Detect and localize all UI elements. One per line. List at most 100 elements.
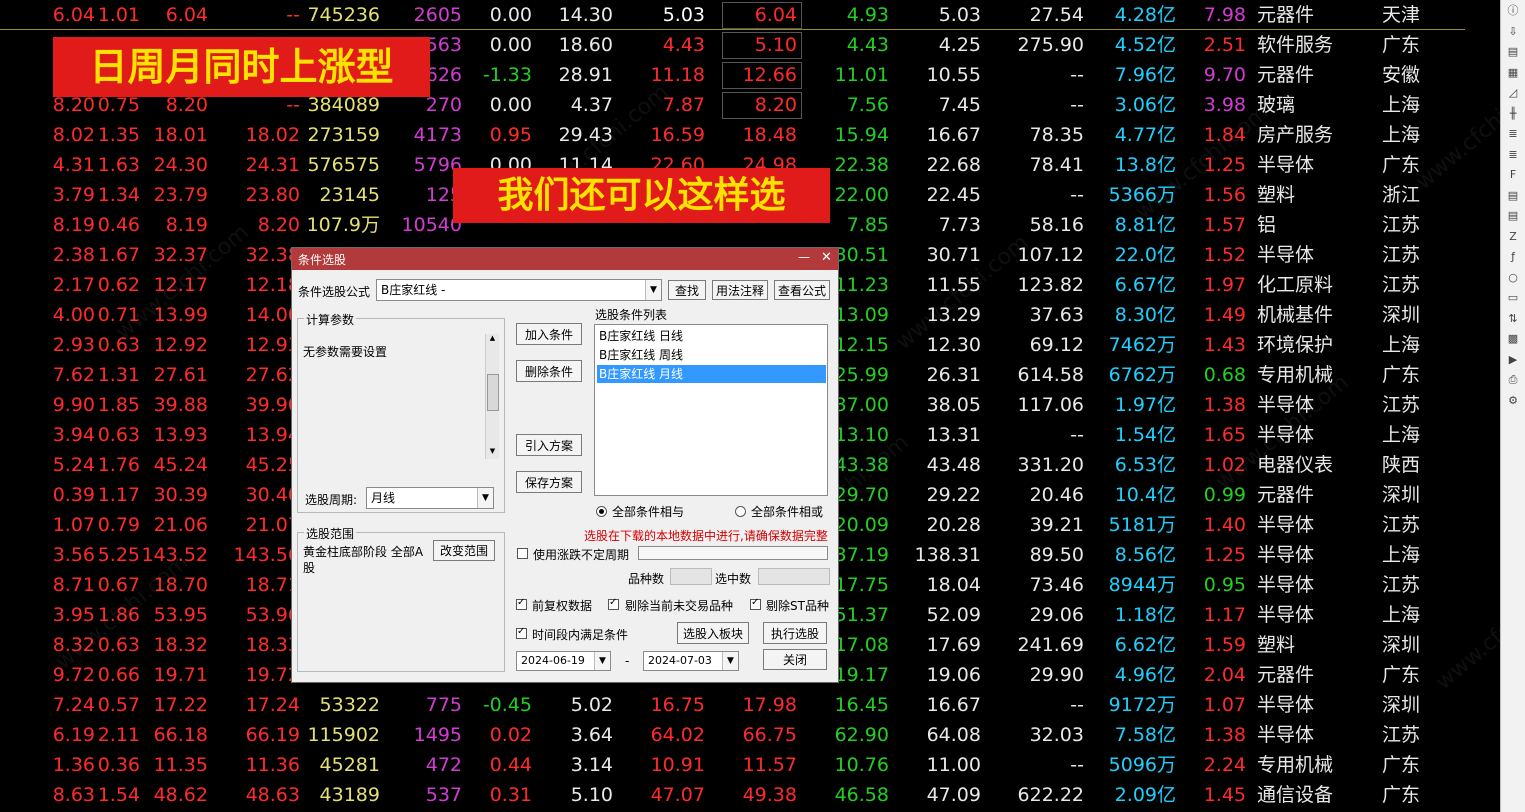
kline-icon[interactable]: ╫ xyxy=(1506,107,1520,121)
uncertain-period-field[interactable] xyxy=(638,546,828,560)
close-button[interactable]: 关闭 xyxy=(763,649,827,670)
scroll-thumb[interactable] xyxy=(487,374,499,411)
grid-icon[interactable]: ▩ xyxy=(1506,332,1520,346)
scroll-down-icon[interactable]: ▼ xyxy=(486,447,499,459)
chevron-down-icon[interactable]: ▼ xyxy=(645,280,661,300)
uncertain-period-checkbox[interactable] xyxy=(517,548,528,559)
list-icon[interactable]: ≣ xyxy=(1506,148,1520,162)
cell-c14: 4.52亿 xyxy=(1114,34,1176,56)
cell-c6: 5796 xyxy=(413,154,462,176)
cell-c12: 18.04 xyxy=(926,574,981,596)
condition-item[interactable]: B庄家红线 日线 xyxy=(597,327,826,345)
cell-c6: 472 xyxy=(425,754,462,776)
exclude-untraded-checkbox[interactable] xyxy=(608,597,619,610)
add-to-block-button[interactable]: 选股入板块 xyxy=(677,622,749,644)
table-row[interactable]: 6.04 1.01 6.04 -- 745236 2605 0.00 14.30 5.03 6.0… xyxy=(0,0,1500,30)
cell-c14: 1.97亿 xyxy=(1114,394,1176,416)
delete-condition-button[interactable]: 删除条件 xyxy=(516,360,582,382)
radio-and[interactable] xyxy=(596,506,607,517)
scroll-up-icon[interactable]: ▲ xyxy=(486,334,499,346)
dialog-title-bar[interactable]: 条件选股 — ✕ xyxy=(292,248,838,270)
cell-c8: 4.37 xyxy=(570,94,613,116)
save-plan-button[interactable]: 保存方案 xyxy=(516,471,582,493)
chevron-down-icon[interactable]: ▼ xyxy=(477,488,493,508)
table-row[interactable]: 6.19 2.11 66.18 66.19 115902 1495 0.02 3.64 64.0… xyxy=(0,720,1500,750)
side-toolbar: ⓘ ⇩ ▤ ▦ ◿ ╫ ≣ ≣ F ▤ ▤ Zƒ ○ ▭ ⇅ ▩ ▶ ⎙ ⚙ xyxy=(1500,0,1525,812)
chevron-down-icon[interactable]: ▼ xyxy=(594,652,610,670)
list-icon[interactable]: ≣ xyxy=(1506,127,1520,141)
cell-c3: 143.52 xyxy=(141,544,208,566)
usage-note-button[interactable]: 用法注释 xyxy=(712,280,768,300)
minimize-icon[interactable]: — xyxy=(798,250,810,264)
cell-c5: 53322 xyxy=(319,694,380,716)
range-group-label: 选股范围 xyxy=(304,525,357,542)
play-icon[interactable]: ▶ xyxy=(1506,353,1520,367)
fx-icon[interactable]: ƒ xyxy=(1506,250,1520,264)
down-arrow-icon[interactable]: ⇩ xyxy=(1506,25,1520,39)
exclude-untraded-label: 剔除当前未交易品种 xyxy=(625,599,734,613)
circle-icon[interactable]: ○ xyxy=(1506,271,1520,285)
cell-c11: 4.93 xyxy=(846,4,889,26)
radio-or[interactable] xyxy=(735,506,746,517)
cell-c17: 深圳 xyxy=(1382,634,1421,656)
table-row[interactable]: 8.02 1.35 18.01 18.02 273159 4173 0.95 29.43 16.… xyxy=(0,120,1500,150)
cell-c15: 1.17 xyxy=(1203,604,1246,626)
cell-c11: 15.94 xyxy=(834,124,889,146)
condition-item[interactable]: B庄家红线 周线 xyxy=(597,346,826,364)
cell-c14: 3.06亿 xyxy=(1114,94,1176,116)
formula-select[interactable]: B庄家红线 - ▼ xyxy=(376,279,662,301)
cell-c15: 2.24 xyxy=(1203,754,1246,776)
cell-c12: 19.06 xyxy=(926,664,981,686)
radio-or-label: 全部条件相或 xyxy=(751,505,824,519)
info-icon[interactable]: ⓘ xyxy=(1506,4,1520,18)
cell-c3: 13.99 xyxy=(153,304,208,326)
print-icon[interactable]: ⎙ xyxy=(1506,373,1520,387)
view-formula-button[interactable]: 查看公式 xyxy=(774,280,830,300)
find-button[interactable]: 查找 xyxy=(668,280,706,300)
cell-c4: 18.33 xyxy=(245,634,300,656)
change-range-button[interactable]: 改变范围 xyxy=(433,540,495,561)
fq-checkbox[interactable] xyxy=(516,597,527,610)
run-selection-button[interactable]: 执行选股 xyxy=(763,622,827,644)
fiz-icon[interactable]: Z xyxy=(1506,230,1520,244)
formula-label: 条件选股公式 xyxy=(298,285,371,299)
cell-c3: 13.93 xyxy=(153,424,208,446)
condition-list[interactable]: B庄家红线 日线 B庄家红线 周线 B庄家红线 月线 xyxy=(594,324,828,496)
close-icon[interactable]: ✕ xyxy=(821,250,832,265)
exclude-st-checkbox[interactable] xyxy=(750,597,761,610)
cell-c13: 32.03 xyxy=(1029,724,1084,746)
f10-icon[interactable]: F xyxy=(1506,168,1520,182)
cell-c14: 8.56亿 xyxy=(1114,544,1176,566)
date-to-field[interactable]: 2024-07-03 ▼ xyxy=(643,651,739,671)
window-icon[interactable]: ▭ xyxy=(1506,291,1520,305)
warning-text: 选股在下载的本地数据中进行,请确保数据完整 xyxy=(584,529,828,543)
table-row[interactable]: 1.36 0.36 11.35 11.36 45281 472 0.44 3.14 10.91 1… xyxy=(0,750,1500,780)
table-row[interactable]: 8.63 1.54 48.62 48.63 43189 537 0.31 5.10 47.07 4… xyxy=(0,780,1500,810)
import-plan-button[interactable]: 引入方案 xyxy=(516,434,582,456)
doc-icon[interactable]: ▤ xyxy=(1506,45,1520,59)
period-select[interactable]: 月线 ▼ xyxy=(366,487,494,509)
cell-c16: 半导体 xyxy=(1257,724,1315,746)
cell-c3: 6.04 xyxy=(165,4,208,26)
cell-c16: 化工原料 xyxy=(1257,274,1334,296)
cell-c16: 机械基件 xyxy=(1257,304,1334,326)
cell-c14: 8944万 xyxy=(1108,574,1176,596)
table-row[interactable]: 7.24 0.57 17.22 17.24 53322 775 -0.45 5.02 16.75… xyxy=(0,690,1500,720)
params-scrollbar[interactable]: ▲ ▼ xyxy=(485,334,499,459)
condition-item-selected[interactable]: B庄家红线 月线 xyxy=(597,365,826,383)
cell-c10: 49.38 xyxy=(742,784,797,806)
cell-c4: 45.25 xyxy=(245,454,300,476)
doc-icon[interactable]: ▤ xyxy=(1506,189,1520,203)
cell-c16: 电器仪表 xyxy=(1257,454,1334,476)
gear-icon[interactable]: ⚙ xyxy=(1506,394,1520,408)
chevron-down-icon[interactable]: ▼ xyxy=(722,652,738,670)
cell-c17: 上海 xyxy=(1382,124,1421,146)
split-icon[interactable]: ⇅ xyxy=(1506,312,1520,326)
add-condition-button[interactable]: 加入条件 xyxy=(516,323,582,345)
date-from-field[interactable]: 2024-06-19 ▼ xyxy=(516,651,611,671)
doc-icon[interactable]: ▤ xyxy=(1506,209,1520,223)
table-icon[interactable]: ▦ xyxy=(1506,66,1520,80)
chart-icon[interactable]: ◿ xyxy=(1506,86,1520,100)
cell-c13: 78.41 xyxy=(1029,154,1084,176)
period-condition-checkbox[interactable] xyxy=(516,626,527,639)
